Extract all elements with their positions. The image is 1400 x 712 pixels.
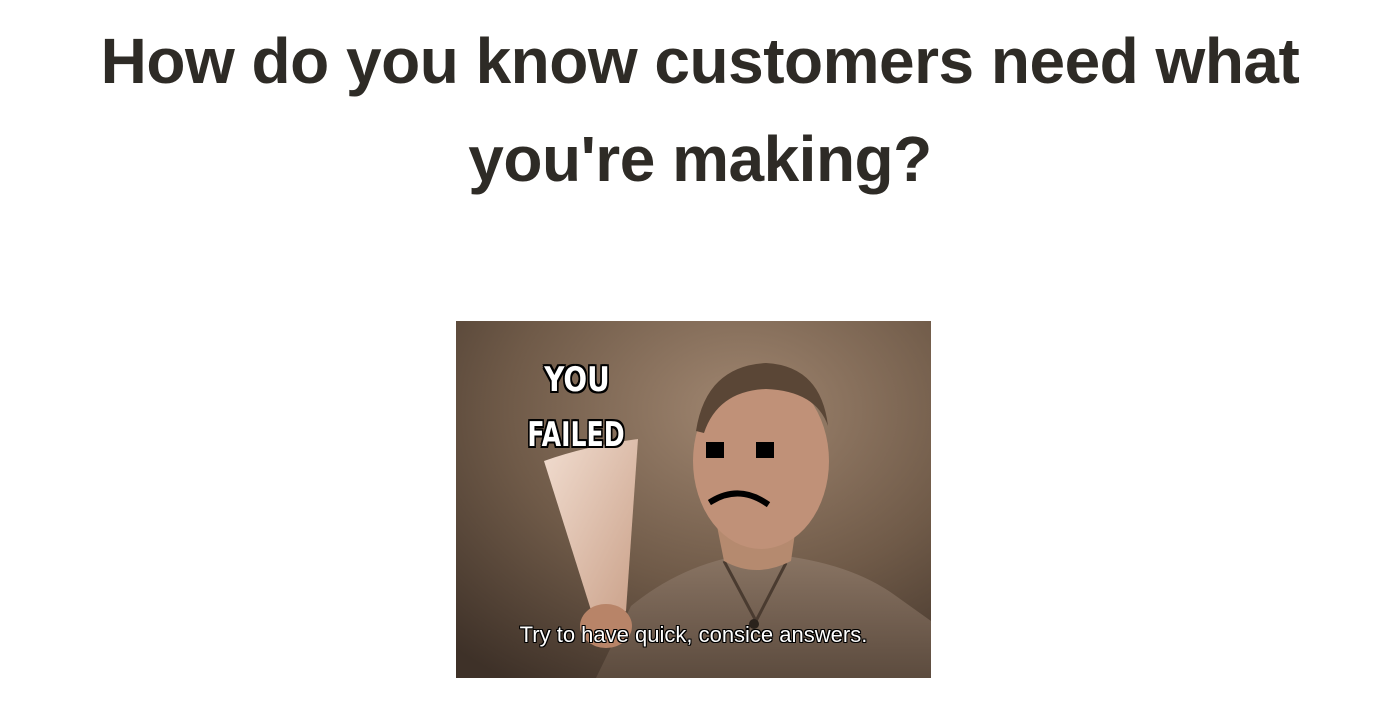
left-eye-shape [706, 442, 724, 458]
meme-top-text-line2: FAILED [527, 415, 625, 455]
slide-title: How do you know customers need what you'… [100, 25, 1300, 195]
meme-image: YOU FAILED Try to have quick, consice an… [456, 321, 931, 678]
slide: How do you know customers need what you'… [0, 0, 1400, 712]
meme-caption: Try to have quick, consice answers. [519, 622, 868, 647]
meme-top-text-line1: YOU [544, 360, 610, 400]
right-eye-shape [756, 442, 774, 458]
